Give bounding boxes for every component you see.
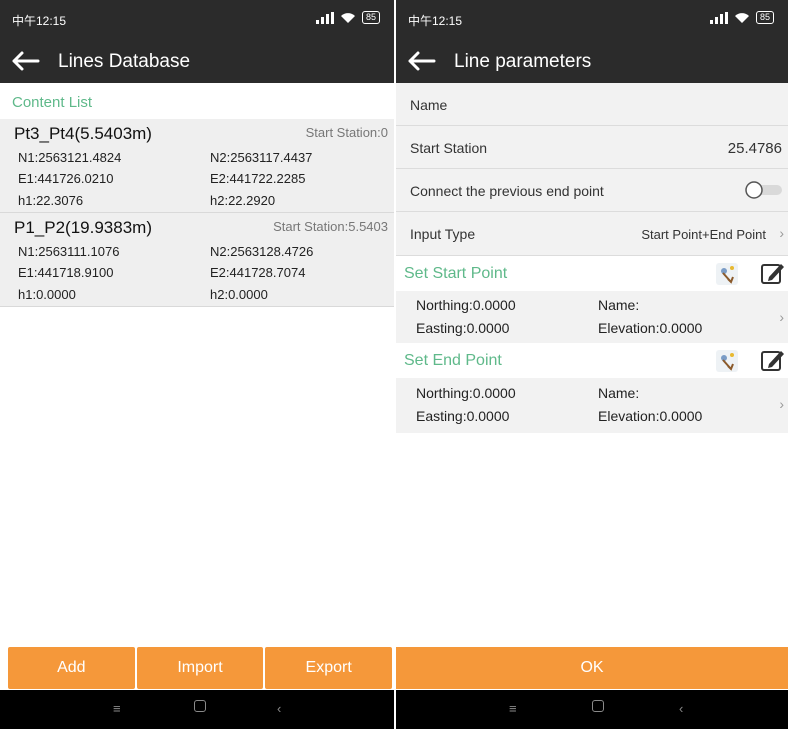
back-nav-icon[interactable]: ‹ [277, 701, 281, 716]
connect-previous-label: Connect the previous end point [410, 183, 604, 199]
status-bar: 中午12:15 85 [0, 0, 394, 40]
line-n1: N1:2563121.4824 [18, 150, 122, 165]
end-point-title: Set End Point [404, 352, 502, 369]
status-time: 中午12:15 [12, 14, 67, 28]
line-n2: N2:2563128.4726 [210, 244, 314, 259]
home-nav-icon[interactable] [592, 700, 604, 712]
menu-nav-icon[interactable]: ≡ [113, 701, 121, 716]
chevron-right-icon: › [779, 309, 784, 325]
bottom-action-bar: Add Import Export [8, 647, 393, 689]
status-time: 中午12:15 [408, 14, 463, 28]
start-point-section-header: Set Start Point [396, 256, 788, 291]
lines-database-screen: 中午12:15 85 Lines Database Content List P… [0, 0, 394, 729]
start-point-details[interactable]: Northing:0.0000 Name: Easting:0.0000 Ele… [396, 291, 788, 343]
system-nav-bar: ≡ ‹ [0, 690, 394, 729]
wifi-icon [340, 12, 355, 23]
chevron-right-icon: › [779, 396, 784, 412]
end-elevation: Elevation:0.0000 [598, 408, 703, 424]
status-bar: 中午12:15 85 [396, 0, 788, 40]
end-easting: Easting:0.0000 [416, 408, 510, 424]
input-type-row[interactable]: Input Type Start Point+End Point › [396, 212, 788, 256]
end-point-section-header: Set End Point [396, 343, 788, 378]
line-e2: E2:441728.7074 [210, 265, 306, 280]
lines-list: Pt3_Pt4(5.5403m) Start Station:0 N1:2563… [0, 119, 394, 307]
connect-previous-row: Connect the previous end point [396, 169, 788, 212]
end-northing: Northing:0.0000 [416, 385, 516, 401]
ok-button[interactable]: OK [396, 647, 788, 689]
line-e2: E2:441722.2285 [210, 171, 306, 186]
input-type-label: Input Type [410, 226, 476, 242]
content-list-label: Content List [12, 94, 93, 111]
system-nav-bar: ≡ ‹ [396, 690, 788, 729]
end-name: Name: [598, 385, 640, 401]
export-button[interactable]: Export [265, 647, 393, 689]
pencil-edit-icon[interactable] [760, 347, 786, 373]
start-point-title: Set Start Point [404, 265, 508, 282]
back-arrow-icon[interactable] [10, 50, 40, 72]
connect-toggle-icon[interactable] [744, 181, 784, 199]
line-list-item[interactable]: Pt3_Pt4(5.5403m) Start Station:0 N1:2563… [0, 119, 394, 213]
start-elevation: Elevation:0.0000 [598, 320, 703, 336]
back-arrow-icon[interactable] [406, 50, 436, 72]
line-h2: h2:22.2920 [210, 193, 276, 208]
name-label: Name [410, 97, 448, 113]
pencil-edit-icon[interactable] [760, 260, 786, 286]
app-bar: Line parameters [396, 40, 788, 83]
battery-icon: 85 [361, 11, 380, 24]
wifi-icon [734, 12, 749, 23]
start-station-label: Start Station [410, 140, 488, 156]
line-name: P1_P2(19.9383m) [14, 218, 152, 237]
chevron-right-icon: › [779, 225, 784, 241]
map-pick-icon[interactable] [714, 261, 740, 287]
line-list-item[interactable]: P1_P2(19.9383m) Start Station:5.5403 N1:… [0, 213, 394, 307]
add-button[interactable]: Add [8, 647, 135, 689]
line-h2: h2:0.0000 [210, 287, 268, 302]
home-nav-icon[interactable] [194, 700, 206, 712]
name-row[interactable]: Name [396, 83, 788, 126]
start-station-row[interactable]: Start Station 25.4786 [396, 126, 788, 169]
signal-icon [315, 11, 334, 24]
line-start-station: Start Station:0 [305, 125, 388, 140]
line-h1: h1:22.3076 [18, 193, 84, 208]
import-button[interactable]: Import [136, 647, 264, 689]
status-indicators: 85 [709, 11, 774, 24]
line-n1: N1:2563111.1076 [18, 244, 120, 259]
page-title: Lines Database [58, 51, 191, 72]
menu-nav-icon[interactable]: ≡ [509, 701, 517, 716]
start-easting: Easting:0.0000 [416, 320, 510, 336]
battery-icon: 85 [755, 11, 774, 24]
line-name: Pt3_Pt4(5.5403m) [14, 124, 152, 143]
line-e1: E1:441726.0210 [18, 171, 114, 186]
app-bar: Lines Database [0, 40, 394, 83]
line-h1: h1:0.0000 [18, 287, 76, 302]
line-start-station: Start Station:5.5403 [273, 219, 388, 234]
start-name: Name: [598, 297, 640, 313]
line-e1: E1:441718.9100 [18, 265, 114, 280]
line-n2: N2:2563117.4437 [210, 150, 313, 165]
status-indicators: 85 [315, 11, 380, 24]
input-type-value: Start Point+End Point [641, 227, 766, 242]
page-title: Line parameters [454, 51, 592, 72]
signal-icon [709, 11, 728, 24]
end-point-details[interactable]: Northing:0.0000 Name: Easting:0.0000 Ele… [396, 378, 788, 433]
map-pick-icon[interactable] [714, 348, 740, 374]
start-northing: Northing:0.0000 [416, 297, 516, 313]
line-parameters-screen: 中午12:15 85 Line parameters Name Start St… [396, 0, 788, 729]
start-station-value: 25.4786 [727, 140, 782, 157]
back-nav-icon[interactable]: ‹ [679, 701, 683, 716]
